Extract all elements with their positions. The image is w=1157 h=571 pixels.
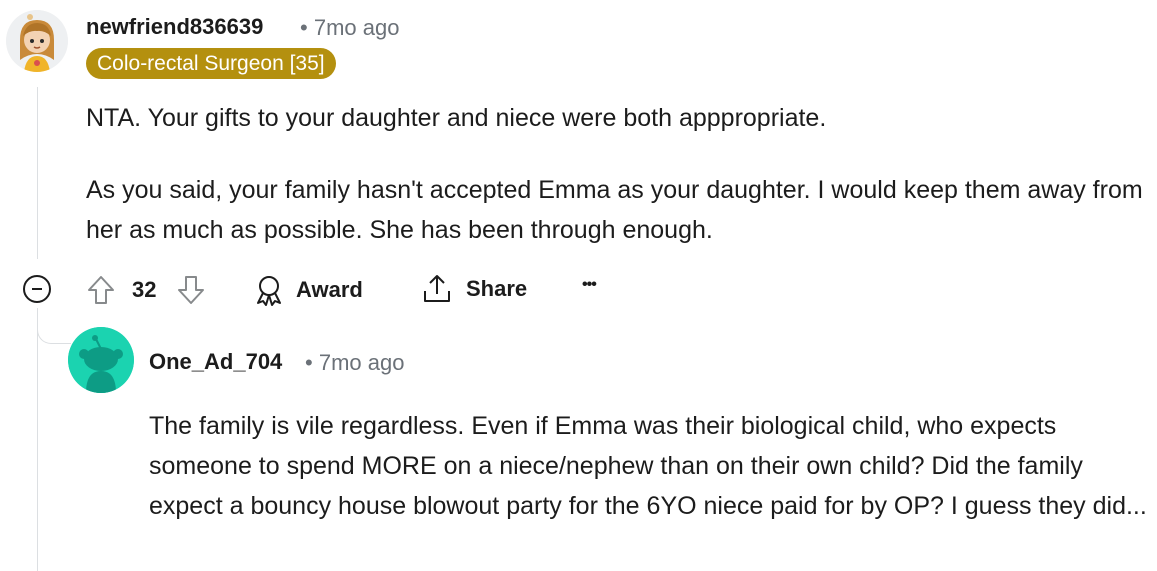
downvote-arrow-icon — [178, 276, 204, 304]
thread-branch-line — [37, 308, 71, 344]
share-upload-icon — [424, 275, 450, 302]
comment-body: The family is vile regardless. Even if E… — [149, 406, 1149, 526]
collapse-minus-icon[interactable] — [23, 275, 51, 303]
comment-paragraph: NTA. Your gifts to your daughter and nie… — [86, 104, 827, 132]
meta-separator: • — [300, 15, 308, 40]
avatar[interactable] — [6, 10, 68, 72]
comment-author[interactable]: newfriend836639 — [86, 14, 263, 40]
comment-timestamp[interactable]: 7mo ago — [314, 15, 400, 40]
vote-count: 32 — [132, 277, 157, 302]
comment-body: NTA. Your gifts to your daughter and nie… — [86, 98, 1146, 250]
comment-meta: • 7mo ago — [305, 350, 404, 376]
upvote-arrow-icon — [88, 276, 114, 304]
user-flair: Colo-rectal Surgeon [35] — [86, 48, 336, 79]
comment-meta: • 7mo ago — [300, 15, 399, 41]
more-options-button[interactable]: ••• — [582, 276, 597, 294]
meta-separator: • — [305, 350, 313, 375]
comment-paragraph: The family is vile regardless. Even if E… — [149, 412, 1147, 520]
comment-timestamp[interactable]: 7mo ago — [319, 350, 405, 375]
snoo-avatar-illustration — [68, 327, 134, 393]
award-button[interactable]: Award — [252, 273, 363, 307]
avatar[interactable] — [68, 327, 134, 393]
award-label: Award — [296, 277, 363, 302]
downvote-button[interactable] — [176, 274, 206, 306]
comment-paragraph: As you said, your family hasn't accepted… — [86, 176, 1143, 244]
award-ribbon-icon — [257, 276, 281, 306]
user-avatar-illustration — [6, 10, 68, 72]
more-dots-icon: ••• — [582, 276, 597, 293]
share-label: Share — [466, 276, 528, 301]
comment-author[interactable]: One_Ad_704 — [149, 349, 282, 375]
thread-line[interactable] — [37, 87, 38, 259]
thread-line-lower[interactable] — [37, 308, 38, 571]
share-button[interactable]: Share — [420, 272, 527, 306]
upvote-button[interactable] — [86, 274, 116, 306]
